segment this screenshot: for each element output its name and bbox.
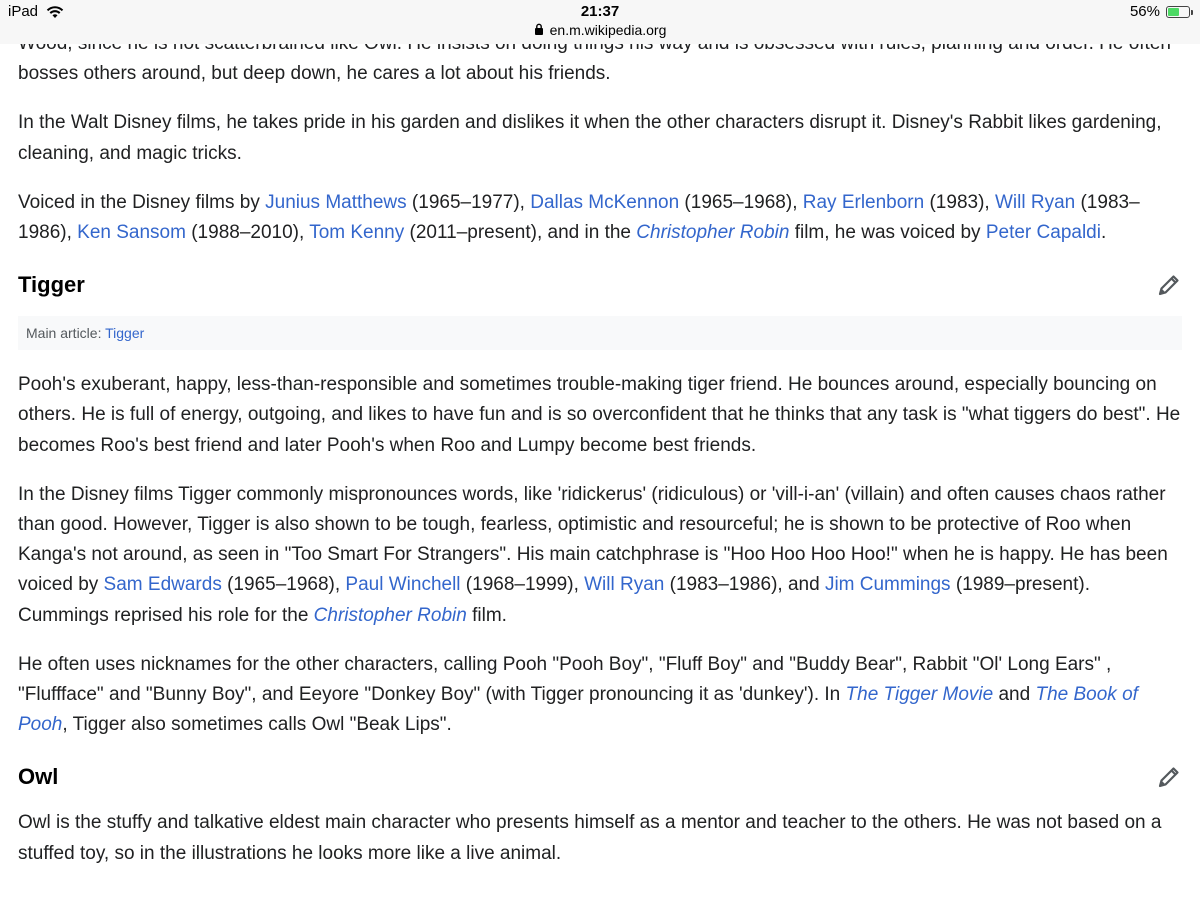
link-dallas-mckennon[interactable]: Dallas McKennon [530,192,679,213]
battery-level [1168,7,1180,16]
url-text[interactable]: en.m.wikipedia.org [550,22,667,38]
status-time: 21:37 [580,3,620,20]
paragraph-text: bosses others around, but deep down, he … [18,63,611,85]
link-will-ryan[interactable]: Will Ryan [995,192,1075,213]
link-junius-matthews[interactable]: Junius Matthews [265,192,407,213]
link-christopher-robin[interactable]: Christopher Robin [636,222,789,243]
pencil-icon[interactable] [1156,272,1182,298]
section-heading-owl: Owl [18,760,1182,794]
text: (1983), [924,191,995,213]
status-right: 56% [1129,3,1193,20]
heading-tigger: Tigger [18,272,85,298]
link-christopher-robin[interactable]: Christopher Robin [314,605,467,626]
link-ken-sansom[interactable]: Ken Sansom [77,222,186,243]
text: film. [466,604,507,626]
hatnote-label: Main article: [26,325,106,342]
text: (1983–1986), and [664,574,825,596]
link-paul-winchell[interactable]: Paul Winchell [345,574,460,595]
text: , Tigger also sometimes calls Owl "Beak … [62,714,452,736]
text: (1965–1968), [679,191,803,213]
text: and [993,684,1036,706]
link-will-ryan[interactable]: Will Ryan [584,574,664,595]
tigger-paragraph-1: Pooh's exuberant, happy, less-than-respo… [18,374,1181,456]
link-the-tigger-movie[interactable]: The Tigger Movie [846,684,994,705]
status-bar: iPad 21:37 en.m.wikipedia.org 56% [0,0,1200,44]
battery-percent: 56% [1129,3,1160,20]
text: (1965–1977), [406,191,531,213]
text: (1968–1999), [460,574,585,596]
link-tigger-main-article[interactable]: Tigger [105,325,144,341]
hatnote-main-article: Main article: Tigger [18,316,1182,351]
address-bar[interactable]: en.m.wikipedia.org [0,22,1200,38]
text: (1965–1968), [221,574,346,596]
link-peter-capaldi[interactable]: Peter Capaldi [986,222,1101,243]
section-heading-tigger: Tigger [18,268,1182,302]
link-tom-kenny[interactable]: Tom Kenny [309,222,404,243]
tigger-paragraph-3: He often uses nicknames for the other ch… [18,650,1182,741]
rabbit-paragraph-2: In the Walt Disney films, he takes pride… [18,112,1162,164]
text: . [1100,222,1107,244]
text: (1988–2010), [185,222,310,244]
link-jim-cummings[interactable]: Jim Cummings [825,574,951,595]
heading-owl: Owl [18,764,59,790]
link-ray-erlenborn[interactable]: Ray Erlenborn [803,192,924,213]
article-content: Wood, since he is not scatterbrained lik… [18,29,1182,888]
text: Voiced in the Disney films by [18,191,266,213]
text: (2011–present), and in the [404,222,637,244]
owl-paragraph-1: Owl is the stuffy and talkative eldest m… [18,812,1162,864]
battery-icon [1166,5,1193,18]
pencil-icon[interactable] [1156,764,1182,790]
lock-icon [534,22,544,38]
tigger-paragraph-2: In the Disney films Tigger commonly misp… [18,480,1182,631]
rabbit-paragraph-3: Voiced in the Disney films by Junius Mat… [18,188,1182,248]
text: film, he was voiced by [789,222,986,244]
link-sam-edwards[interactable]: Sam Edwards [104,574,222,595]
